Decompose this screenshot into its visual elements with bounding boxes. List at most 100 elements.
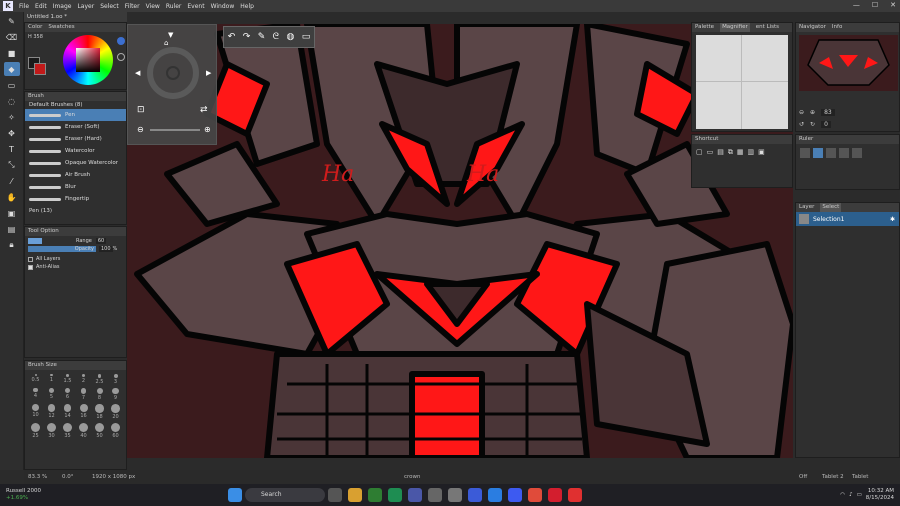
settings-icon[interactable]: ▣	[758, 148, 765, 157]
brush-size-option[interactable]: 35	[60, 422, 75, 439]
brush-group-default[interactable]: Default Brushes (8)	[25, 101, 126, 109]
taskbar-search[interactable]: Search	[245, 488, 325, 502]
menu-edit[interactable]: Edit	[32, 3, 50, 10]
brush-size-option[interactable]: 30	[44, 422, 59, 439]
camera-icon[interactable]	[448, 488, 462, 502]
redo-icon[interactable]: ↷	[243, 32, 251, 42]
nav-rotate-left-icon[interactable]: ↺	[799, 121, 804, 128]
opacity-input[interactable]: 100	[99, 246, 113, 252]
brush-item-fingertip[interactable]: Fingertip	[25, 193, 126, 205]
brush-size-option[interactable]: 1	[44, 373, 59, 385]
layer-tab[interactable]: Layer	[799, 203, 814, 212]
range-input[interactable]: 60	[95, 238, 107, 244]
transform-icon[interactable]: ⤡	[4, 158, 20, 172]
color-option-icon[interactable]	[117, 53, 125, 61]
color-wheel[interactable]	[63, 35, 113, 85]
excel-icon[interactable]	[388, 488, 402, 502]
menu-help[interactable]: Help	[237, 3, 257, 10]
select-rect-icon[interactable]: ▭	[4, 78, 20, 92]
move-icon[interactable]: ✥	[4, 126, 20, 140]
new-file-icon[interactable]: ▢	[696, 148, 703, 157]
stock-widget[interactable]: Russell 2000 +1.69%	[0, 488, 60, 502]
info-tab[interactable]: Info	[832, 23, 842, 32]
menu-select[interactable]: Select	[97, 3, 122, 10]
brush-item-pen[interactable]: Pen	[25, 109, 126, 121]
eyedropper-icon[interactable]: ⁄	[4, 174, 20, 188]
menu-event[interactable]: Event	[184, 3, 207, 10]
text-tool-icon[interactable]: T	[4, 142, 20, 156]
brush-size-option[interactable]: 9	[108, 387, 123, 401]
maximize-button[interactable]: ☐	[872, 1, 878, 9]
krita-icon[interactable]	[468, 488, 482, 502]
brush-size-option[interactable]: 18	[92, 403, 107, 420]
home-icon[interactable]: ⌂	[164, 39, 168, 47]
secondary-color-swatch[interactable]	[34, 63, 46, 75]
brush-size-option[interactable]: 40	[76, 422, 91, 439]
pen-tool-icon[interactable]: ✎	[4, 14, 20, 28]
ruler-ellipse-icon[interactable]	[826, 148, 836, 158]
brush-size-option[interactable]: 7	[76, 387, 91, 401]
minimize-button[interactable]: —	[853, 1, 860, 9]
brush-size-option[interactable]: 8	[92, 387, 107, 401]
lasso-icon[interactable]: ◌	[4, 94, 20, 108]
color-tab[interactable]: Color	[28, 23, 42, 32]
pen-icon[interactable]: ✎	[258, 32, 266, 42]
anti-alias-checkbox[interactable]: Anti-Alias	[25, 262, 126, 270]
xbox-icon[interactable]	[368, 488, 382, 502]
ruler-line-icon[interactable]	[800, 148, 810, 158]
color-mode-icon[interactable]	[117, 37, 125, 45]
menu-layer[interactable]: Layer	[74, 3, 97, 10]
fill-icon[interactable]: ◍	[286, 32, 294, 42]
nav-zoom-in-icon[interactable]: ⊕	[810, 109, 815, 116]
brush-group-pen[interactable]: Pen (13)	[25, 205, 126, 217]
brush-item-opaque-watercolor[interactable]: Opaque Watercolor	[25, 157, 126, 169]
open-folder-icon[interactable]: ▭	[707, 148, 714, 157]
brush-size-option[interactable]: 2.5	[92, 373, 107, 385]
start-icon[interactable]	[228, 488, 242, 502]
brush-size-option[interactable]: 25	[28, 422, 43, 439]
flip-up-icon[interactable]: ▼	[168, 31, 173, 39]
nav-rotate-right-icon[interactable]: ↻	[810, 121, 815, 128]
menu-file[interactable]: File	[16, 3, 32, 10]
brush-item-watercolor[interactable]: Watercolor	[25, 145, 126, 157]
store-icon[interactable]	[428, 488, 442, 502]
brush-item-eraser-soft[interactable]: Eraser (Soft)	[25, 121, 126, 133]
export-icon[interactable]: ▥	[748, 148, 755, 157]
ruler-parallel-icon[interactable]	[813, 148, 823, 158]
magnifier-tab[interactable]: Magnifier	[720, 23, 750, 32]
paste-icon[interactable]: ▦	[737, 148, 744, 157]
save-icon[interactable]: ▤	[717, 148, 724, 157]
document-tab[interactable]: Untitled 1.oo *	[24, 12, 127, 22]
copilot-icon[interactable]	[348, 488, 362, 502]
battery-icon[interactable]: ▭	[857, 492, 862, 498]
volume-icon[interactable]: ♪	[849, 492, 853, 498]
event-list-tab[interactable]: ent Lists	[756, 23, 779, 32]
all-layers-checkbox[interactable]: All Layers	[25, 252, 126, 262]
layer-settings-icon[interactable]: ✱	[890, 216, 895, 223]
select-tab[interactable]: Select	[820, 203, 842, 212]
lasso-fill-icon[interactable]: ᘓ	[273, 32, 279, 42]
navigator-preview[interactable]	[799, 35, 898, 91]
flip-icon[interactable]: ⇄	[200, 105, 208, 115]
ruler-icon[interactable]: ▭	[302, 32, 311, 42]
brush-size-option[interactable]: 16	[76, 403, 91, 420]
chrome-icon[interactable]	[528, 488, 542, 502]
brush-size-option[interactable]: 4	[28, 387, 43, 401]
brush-size-option[interactable]: 5	[44, 387, 59, 401]
fit-view-icon[interactable]: ⊡	[137, 105, 145, 115]
snap-icon[interactable]: ▤	[4, 222, 20, 236]
hand-icon[interactable]: ✋	[4, 190, 20, 204]
dial-center[interactable]	[166, 66, 180, 80]
widgets-icon[interactable]	[328, 488, 342, 502]
opera-icon[interactable]	[548, 488, 562, 502]
navigator-tab[interactable]: Navigator	[799, 23, 826, 32]
rotate-right-icon[interactable]: ▶	[206, 69, 211, 77]
layer-row-selection1[interactable]: Selection1 ✱	[796, 212, 899, 226]
nav-zoom-out-icon[interactable]: ⊖	[799, 109, 804, 116]
brush-size-option[interactable]: 0.5	[28, 373, 43, 385]
close-button[interactable]: ✕	[890, 1, 896, 9]
opacity-slider[interactable]: Opacity	[28, 246, 96, 252]
zoom-slider[interactable]	[150, 129, 200, 131]
eraser-tool-icon[interactable]: ⌫	[4, 30, 20, 44]
palette-tab[interactable]: Palette	[695, 23, 714, 32]
